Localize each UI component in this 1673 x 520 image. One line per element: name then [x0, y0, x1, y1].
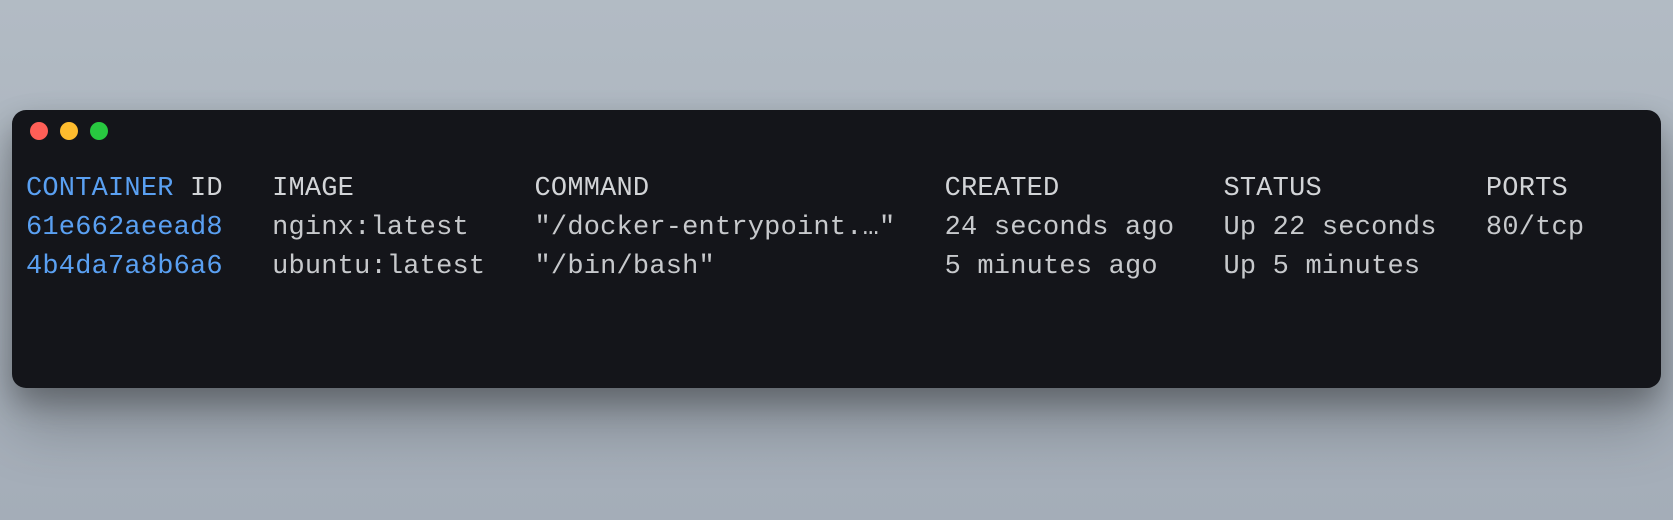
table-header-row: CONTAINER ID IMAGE COMMAND CREATED STATU… [26, 170, 1647, 209]
cell-created: 24 seconds ago [945, 213, 1175, 243]
col-pad-id [223, 174, 272, 204]
col-header-ports: PORTS [1486, 174, 1568, 204]
col-header-status: STATUS [1223, 174, 1321, 204]
col-header-container: CONTAINER [26, 174, 174, 204]
cell-pad-id [223, 213, 272, 243]
cell-command: "/docker-entrypoint.…" [535, 213, 896, 243]
cell-status: Up 5 minutes [1223, 252, 1420, 282]
window-zoom-button[interactable] [90, 122, 108, 140]
cell-command: "/bin/bash" [535, 252, 715, 282]
terminal-window: CONTAINER ID IMAGE COMMAND CREATED STATU… [12, 110, 1661, 388]
cell-created: 5 minutes ago [945, 252, 1158, 282]
window-close-button[interactable] [30, 122, 48, 140]
col-pad-created [1059, 174, 1223, 204]
col-header-created: CREATED [945, 174, 1060, 204]
col-header-image: IMAGE [272, 174, 354, 204]
cell-pad-image [485, 252, 534, 282]
window-titlebar [12, 110, 1661, 152]
app-stage: CONTAINER ID IMAGE COMMAND CREATED STATU… [0, 0, 1673, 520]
col-header-id: ID [190, 174, 223, 204]
table-row: 4b4da7a8b6a6 ubuntu:latest "/bin/bash" 5… [26, 248, 1647, 287]
cell-container-id: 61e662aeead8 [26, 213, 223, 243]
col-pad-image [354, 174, 534, 204]
terminal-output[interactable]: CONTAINER ID IMAGE COMMAND CREATED STATU… [12, 152, 1661, 287]
cell-pad-command [715, 252, 945, 282]
cell-image: nginx:latest [272, 213, 469, 243]
col-header-command: COMMAND [535, 174, 650, 204]
cell-pad-status [1437, 213, 1486, 243]
cell-ports: 80/tcp [1486, 213, 1584, 243]
cell-image: ubuntu:latest [272, 252, 485, 282]
cell-pad-id [223, 252, 272, 282]
cell-pad-image [469, 213, 535, 243]
cell-container-id: 4b4da7a8b6a6 [26, 252, 223, 282]
col-pad-command [649, 174, 944, 204]
col-pad-status [1322, 174, 1486, 204]
window-minimize-button[interactable] [60, 122, 78, 140]
cell-pad-status [1420, 252, 1486, 282]
cell-pad-command [895, 213, 944, 243]
cell-pad-created [1174, 213, 1223, 243]
table-row: 61e662aeead8 nginx:latest "/docker-entry… [26, 209, 1647, 248]
cell-pad-created [1158, 252, 1224, 282]
cell-status: Up 22 seconds [1223, 213, 1436, 243]
